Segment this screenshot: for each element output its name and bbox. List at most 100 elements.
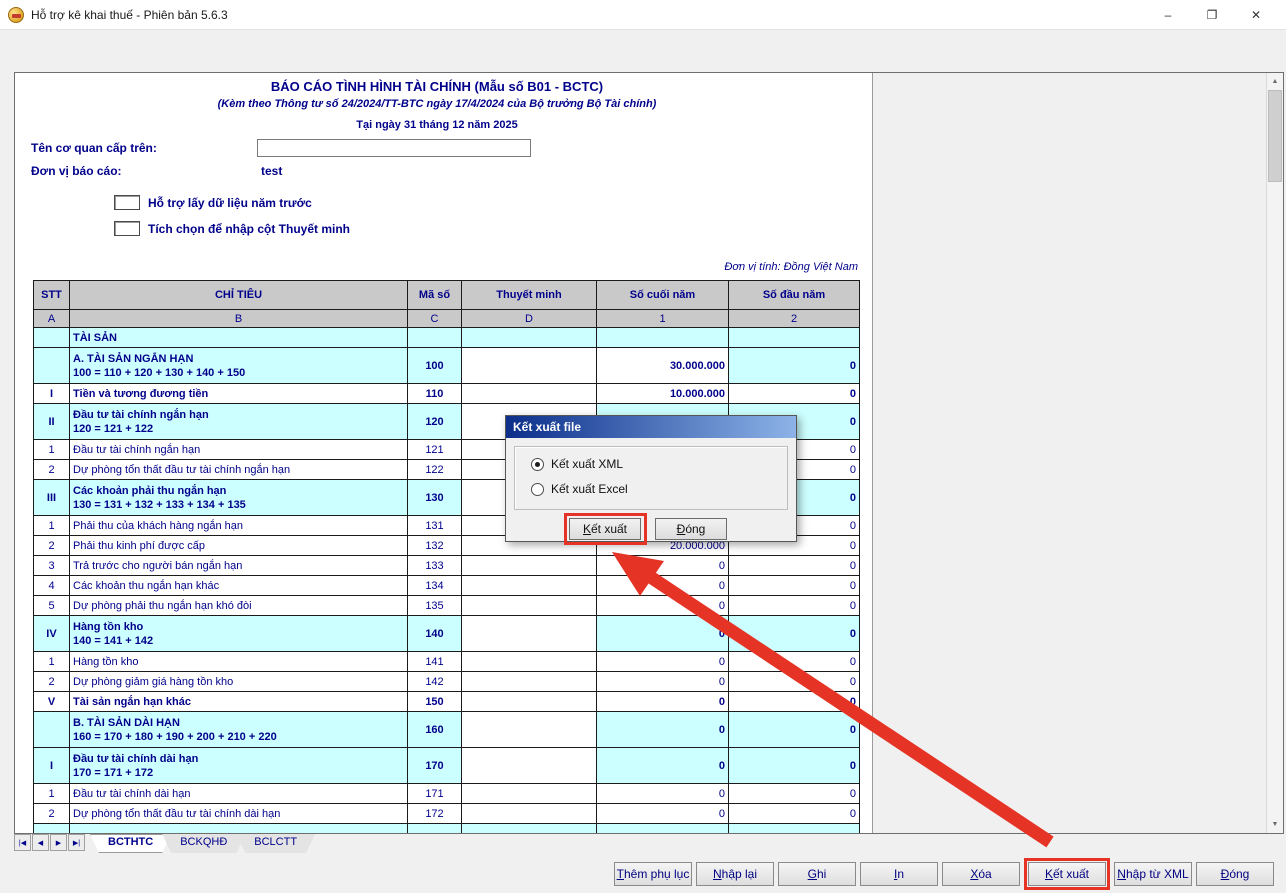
footer-button-ghi[interactable]: Ghi xyxy=(778,862,856,886)
cell-so-cuoi-nam[interactable]: 0 xyxy=(597,784,729,804)
cell-chi-tieu: Dự phòng tổn thất đầu tư tài chính ngắn … xyxy=(70,460,408,480)
cell-thuyet-minh[interactable] xyxy=(462,652,597,672)
cell-thuyet-minh[interactable] xyxy=(462,328,597,348)
footer-button-ket-xuat[interactable]: Kết xuất xyxy=(1028,862,1106,886)
cell-so-cuoi-nam[interactable]: 0 xyxy=(597,672,729,692)
cell-so-cuoi-nam[interactable] xyxy=(597,328,729,348)
subheader-d: D xyxy=(462,310,597,328)
cell-so-cuoi-nam[interactable]: 0 xyxy=(597,556,729,576)
cell-thuyet-minh[interactable] xyxy=(462,556,597,576)
cell-so-cuoi-nam[interactable]: 0 xyxy=(597,652,729,672)
footer-button-them-phu-luc[interactable]: Thêm phụ lục xyxy=(614,862,692,886)
cell-so-dau-nam[interactable]: 0 xyxy=(729,804,860,824)
cell-thuyet-minh[interactable] xyxy=(462,748,597,784)
cell-thuyet-minh[interactable] xyxy=(462,712,597,748)
cell-so-dau-nam[interactable]: 0 xyxy=(729,652,860,672)
table-row: 5 Dự phòng phải thu ngắn hạn khó đòi 135… xyxy=(34,596,860,616)
cell-so-cuoi-nam[interactable]: 0 xyxy=(597,804,729,824)
cell-so-cuoi-nam[interactable]: 0 xyxy=(597,576,729,596)
cell-stt: V xyxy=(34,692,70,712)
cell-thuyet-minh[interactable] xyxy=(462,784,597,804)
cell-stt: 2 xyxy=(34,460,70,480)
cell-so-dau-nam[interactable]: 0 xyxy=(729,692,860,712)
tab-bcthtc[interactable]: BCTHTC xyxy=(90,834,171,853)
window-title: Hỗ trợ kê khai thuế - Phiên bản 5.6.3 xyxy=(31,8,228,22)
minimize-button[interactable]: – xyxy=(1146,0,1190,29)
cell-so-dau-nam[interactable]: 0 xyxy=(729,616,860,652)
cell-chi-tieu: Hàng tồn kho xyxy=(70,652,408,672)
cell-thuyet-minh[interactable] xyxy=(462,804,597,824)
cell-thuyet-minh[interactable] xyxy=(462,348,597,384)
cell-so-dau-nam[interactable]: 0 xyxy=(729,712,860,748)
cell-so-dau-nam[interactable]: 0 xyxy=(729,596,860,616)
tab-bclctt[interactable]: BCLCTT xyxy=(236,834,315,853)
checkbox-thuyet-minh-label: Tích chọn để nhập cột Thuyết minh xyxy=(148,222,350,236)
cell-so-dau-nam[interactable]: 0 xyxy=(729,556,860,576)
cell-ma-so xyxy=(408,824,462,834)
cell-ma-so: 133 xyxy=(408,556,462,576)
nav-prev-icon[interactable]: ◀ xyxy=(32,834,49,851)
table-row: IV Hàng tồn kho140 = 141 + 142 140 0 0 xyxy=(34,616,860,652)
cell-thuyet-minh[interactable] xyxy=(462,576,597,596)
table-row: A. TÀI SẢN NGẮN HẠN100 = 110 + 120 + 130… xyxy=(34,348,860,384)
cell-thuyet-minh[interactable] xyxy=(462,596,597,616)
highlight-box-footer-export: Kết xuất xyxy=(1024,858,1110,890)
cell-thuyet-minh[interactable] xyxy=(462,824,597,834)
cell-chi-tieu: Đầu tư tài chính ngắn hạn xyxy=(70,440,408,460)
scroll-up-icon[interactable]: ▲ xyxy=(1267,73,1283,90)
dialog-close-button[interactable]: Đóng xyxy=(655,518,727,540)
cell-chi-tieu: Trả trước cho người bán ngắn hạn xyxy=(70,556,408,576)
dialog-export-button[interactable]: Kết xuất xyxy=(569,518,641,540)
cell-so-cuoi-nam[interactable] xyxy=(597,824,729,834)
cell-stt: 5 xyxy=(34,596,70,616)
checkbox-thuyet-minh-column[interactable] xyxy=(114,221,140,236)
cell-so-dau-nam[interactable]: 0 xyxy=(729,348,860,384)
footer-button-xoa[interactable]: Xóa xyxy=(942,862,1020,886)
footer-button-nhap-lai[interactable]: Nhập lại xyxy=(696,862,774,886)
cell-so-cuoi-nam[interactable]: 0 xyxy=(597,712,729,748)
maximize-button[interactable]: ❐ xyxy=(1190,0,1234,29)
vertical-scrollbar[interactable]: ▲ ▼ xyxy=(1266,73,1283,833)
table-row: TÀI SẢN xyxy=(34,328,860,348)
cell-thuyet-minh[interactable] xyxy=(462,672,597,692)
cell-thuyet-minh[interactable] xyxy=(462,616,597,652)
cell-so-cuoi-nam[interactable]: 10.000.000 xyxy=(597,384,729,404)
close-button[interactable]: ✕ xyxy=(1234,0,1278,29)
footer-button-dong[interactable]: Đóng xyxy=(1196,862,1274,886)
cell-chi-tieu: A. TÀI SẢN NGẮN HẠN100 = 110 + 120 + 130… xyxy=(70,348,408,384)
cell-thuyet-minh[interactable] xyxy=(462,692,597,712)
scroll-down-icon[interactable]: ▼ xyxy=(1267,816,1283,833)
checkbox-prev-year-data[interactable] xyxy=(114,195,140,210)
cell-so-dau-nam[interactable]: 0 xyxy=(729,672,860,692)
export-dialog-titlebar[interactable]: Kết xuất file xyxy=(506,416,796,438)
agency-input[interactable] xyxy=(257,139,531,157)
nav-last-icon[interactable]: ▶| xyxy=(68,834,85,851)
scroll-thumb[interactable] xyxy=(1268,90,1282,182)
cell-so-dau-nam[interactable]: 0 xyxy=(729,576,860,596)
cell-chi-tieu: B. TÀI SẢN DÀI HẠN160 = 170 + 180 + 190 … xyxy=(70,712,408,748)
radio-option-excel[interactable]: Kết xuất Excel xyxy=(531,482,628,496)
cell-so-dau-nam[interactable] xyxy=(729,824,860,834)
cell-so-dau-nam[interactable]: 0 xyxy=(729,784,860,804)
cell-so-cuoi-nam[interactable]: 30.000.000 xyxy=(597,348,729,384)
nav-first-icon[interactable]: |◀ xyxy=(14,834,31,851)
cell-so-dau-nam[interactable]: 0 xyxy=(729,384,860,404)
subheader-b: B xyxy=(70,310,408,328)
radio-option-xml[interactable]: Kết xuất XML xyxy=(531,457,623,471)
footer-button-nhap-tu-xml[interactable]: Nhập từ XML xyxy=(1114,862,1192,886)
radio-unselected-icon[interactable] xyxy=(531,483,544,496)
cell-thuyet-minh[interactable] xyxy=(462,384,597,404)
footer-button-in[interactable]: In xyxy=(860,862,938,886)
cell-so-dau-nam[interactable] xyxy=(729,328,860,348)
window-titlebar: Hỗ trợ kê khai thuế - Phiên bản 5.6.3 – … xyxy=(0,0,1286,30)
cell-so-cuoi-nam[interactable]: 0 xyxy=(597,748,729,784)
cell-ma-so: 120 xyxy=(408,404,462,440)
radio-selected-icon[interactable] xyxy=(531,458,544,471)
cell-ma-so: 100 xyxy=(408,348,462,384)
tab-bckqhd[interactable]: BCKQHĐ xyxy=(162,834,245,853)
cell-so-cuoi-nam[interactable]: 0 xyxy=(597,616,729,652)
cell-so-cuoi-nam[interactable]: 0 xyxy=(597,596,729,616)
nav-next-icon[interactable]: ▶ xyxy=(50,834,67,851)
cell-so-dau-nam[interactable]: 0 xyxy=(729,748,860,784)
cell-so-cuoi-nam[interactable]: 0 xyxy=(597,692,729,712)
